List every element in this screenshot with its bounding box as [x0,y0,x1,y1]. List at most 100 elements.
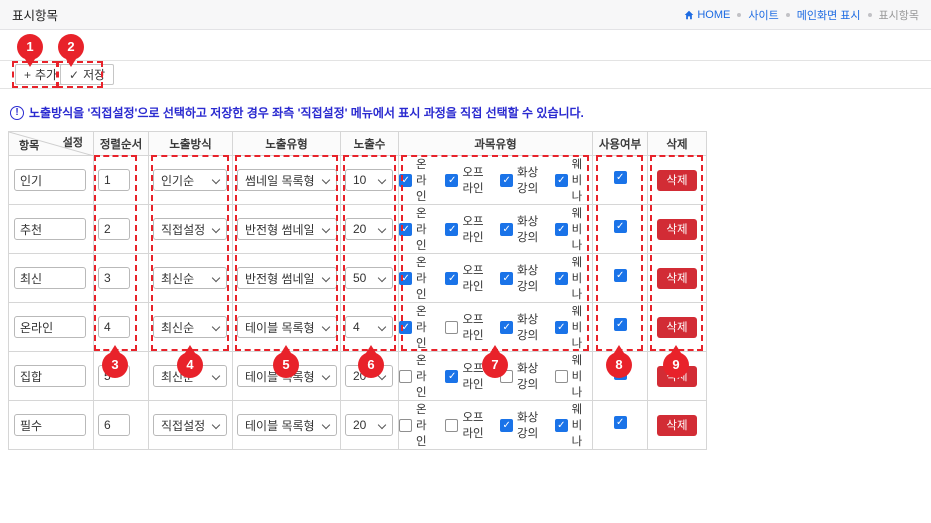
subject-video-lecture-checkbox[interactable] [500,174,513,187]
add-button[interactable]: + 추가 [15,64,66,85]
subject-offline: 오프라인 [445,213,491,245]
subject-offline-checkbox[interactable] [445,272,458,285]
display-type-select[interactable]: 테이블 목록형 [237,414,337,436]
subject-type-group: 온라인 오프라인 화상강의 웨비나 [399,303,592,351]
display-type-value: 테이블 목록형 [245,319,315,336]
use-flag-checkbox[interactable] [614,269,627,282]
use-flag-checkbox[interactable] [614,220,627,233]
use-flag-checkbox[interactable] [614,318,627,331]
subject-online-checkbox[interactable] [399,272,412,285]
table-header-row: 설정 항목 정렬순서 노출방식 노출유형 노출수 과목유형 사용여부 삭제 [9,132,707,156]
subject-webinar-checkbox[interactable] [555,272,568,285]
breadcrumb-separator-icon [737,13,741,17]
subject-webinar: 웨비나 [555,254,592,302]
breadcrumb-site[interactable]: 사이트 [748,7,778,23]
subject-video-lecture-checkbox[interactable] [500,272,513,285]
subject-offline-label: 오프라인 [462,409,491,441]
header-subject-type: 과목유형 [399,132,593,156]
sort-order-input[interactable] [98,316,130,338]
subject-webinar-checkbox[interactable] [555,370,568,383]
subject-video-lecture-checkbox[interactable] [500,321,513,334]
subject-webinar-checkbox[interactable] [555,419,568,432]
display-count-value: 4 [353,320,360,334]
subject-offline-checkbox[interactable] [445,223,458,236]
delete-button[interactable]: 삭제 [657,219,696,240]
page-title: 표시항목 [12,5,58,24]
breadcrumb-main-display[interactable]: 메인화면 표시 [797,7,861,23]
sort-order-input[interactable] [98,414,130,436]
delete-button[interactable]: 삭제 [657,268,696,289]
item-name-input[interactable] [14,316,86,338]
display-method-select[interactable]: 직접설정 [153,218,227,240]
annotation-badge-6: 6 [358,352,384,378]
subject-video-lecture-label: 화상강의 [517,213,546,245]
subject-online-checkbox[interactable] [399,419,412,432]
subject-offline-label: 오프라인 [462,311,491,343]
subject-video-lecture-checkbox[interactable] [500,419,513,432]
delete-button[interactable]: 삭제 [657,415,696,436]
use-flag-checkbox[interactable] [614,416,627,429]
chevron-down-icon [378,225,386,233]
sort-order-input[interactable] [98,169,130,191]
breadcrumb-home-label: HOME [697,9,730,21]
subject-video-lecture: 화상강의 [500,164,546,196]
item-name-input[interactable] [14,169,86,191]
subject-online-checkbox[interactable] [399,370,412,383]
subject-webinar-checkbox[interactable] [555,321,568,334]
subject-video-lecture: 화상강의 [500,311,546,343]
item-name-input[interactable] [14,414,86,436]
display-count-value: 20 [353,222,366,236]
display-method-value: 직접설정 [161,221,205,238]
header-setting-label: 설정 [63,134,83,150]
subject-online: 온라인 [399,205,436,253]
delete-button[interactable]: 삭제 [657,317,696,338]
item-name-input[interactable] [14,218,86,240]
annotation-badge-9: 9 [663,352,689,378]
subject-offline-checkbox[interactable] [445,321,458,334]
subject-video-lecture-checkbox[interactable] [500,223,513,236]
chevron-down-icon [212,225,220,233]
subject-online-checkbox[interactable] [399,321,412,334]
annotation-badge-3: 3 [102,352,128,378]
display-count-select[interactable]: 20 [345,218,393,240]
display-method-select[interactable]: 직접설정 [153,414,227,436]
display-count-select[interactable]: 10 [345,169,393,191]
subject-offline-checkbox[interactable] [445,370,458,383]
display-count-select[interactable]: 50 [345,267,393,289]
header-corner: 설정 항목 [9,132,94,156]
breadcrumb-home[interactable]: HOME [684,9,730,21]
item-name-input[interactable] [14,267,86,289]
sort-order-input[interactable] [98,267,130,289]
chevron-down-icon [322,225,330,233]
subject-online-checkbox[interactable] [399,223,412,236]
display-type-select[interactable]: 반전형 썸네일 슬라이드형 [237,267,337,289]
subject-webinar-checkbox[interactable] [555,174,568,187]
save-button[interactable]: ✓ 저장 [60,64,114,85]
display-count-select[interactable]: 4 [345,316,393,338]
chevron-down-icon [322,323,330,331]
display-method-select[interactable]: 인기순 [153,169,227,191]
use-flag-checkbox[interactable] [614,171,627,184]
display-count-select[interactable]: 20 [345,414,393,436]
delete-button[interactable]: 삭제 [657,170,696,191]
sort-order-input[interactable] [98,218,130,240]
annotation-badge-5: 5 [273,352,299,378]
subject-webinar-label: 웨비나 [572,303,592,351]
display-type-select[interactable]: 썸네일 목록형 [237,169,337,191]
display-method-select[interactable]: 최신순 [153,267,227,289]
chevron-down-icon [322,274,330,282]
display-method-select[interactable]: 최신순 [153,316,227,338]
display-type-value: 테이블 목록형 [245,417,315,434]
home-icon [684,10,694,20]
subject-video-lecture-label: 화상강의 [517,262,546,294]
check-icon: ✓ [69,68,79,82]
display-type-select[interactable]: 반전형 썸네일 목록형 [237,218,337,240]
subject-offline-checkbox[interactable] [445,419,458,432]
item-name-input[interactable] [14,365,86,387]
subject-online-checkbox[interactable] [399,174,412,187]
subject-offline-checkbox[interactable] [445,174,458,187]
display-type-select[interactable]: 테이블 목록형 [237,316,337,338]
page: 표시항목 HOME 사이트 메인화면 표시 표시항목 + 추가 ✓ 저장 ! 노… [0,0,931,523]
subject-webinar-checkbox[interactable] [555,223,568,236]
subject-video-lecture: 화상강의 [500,213,546,245]
